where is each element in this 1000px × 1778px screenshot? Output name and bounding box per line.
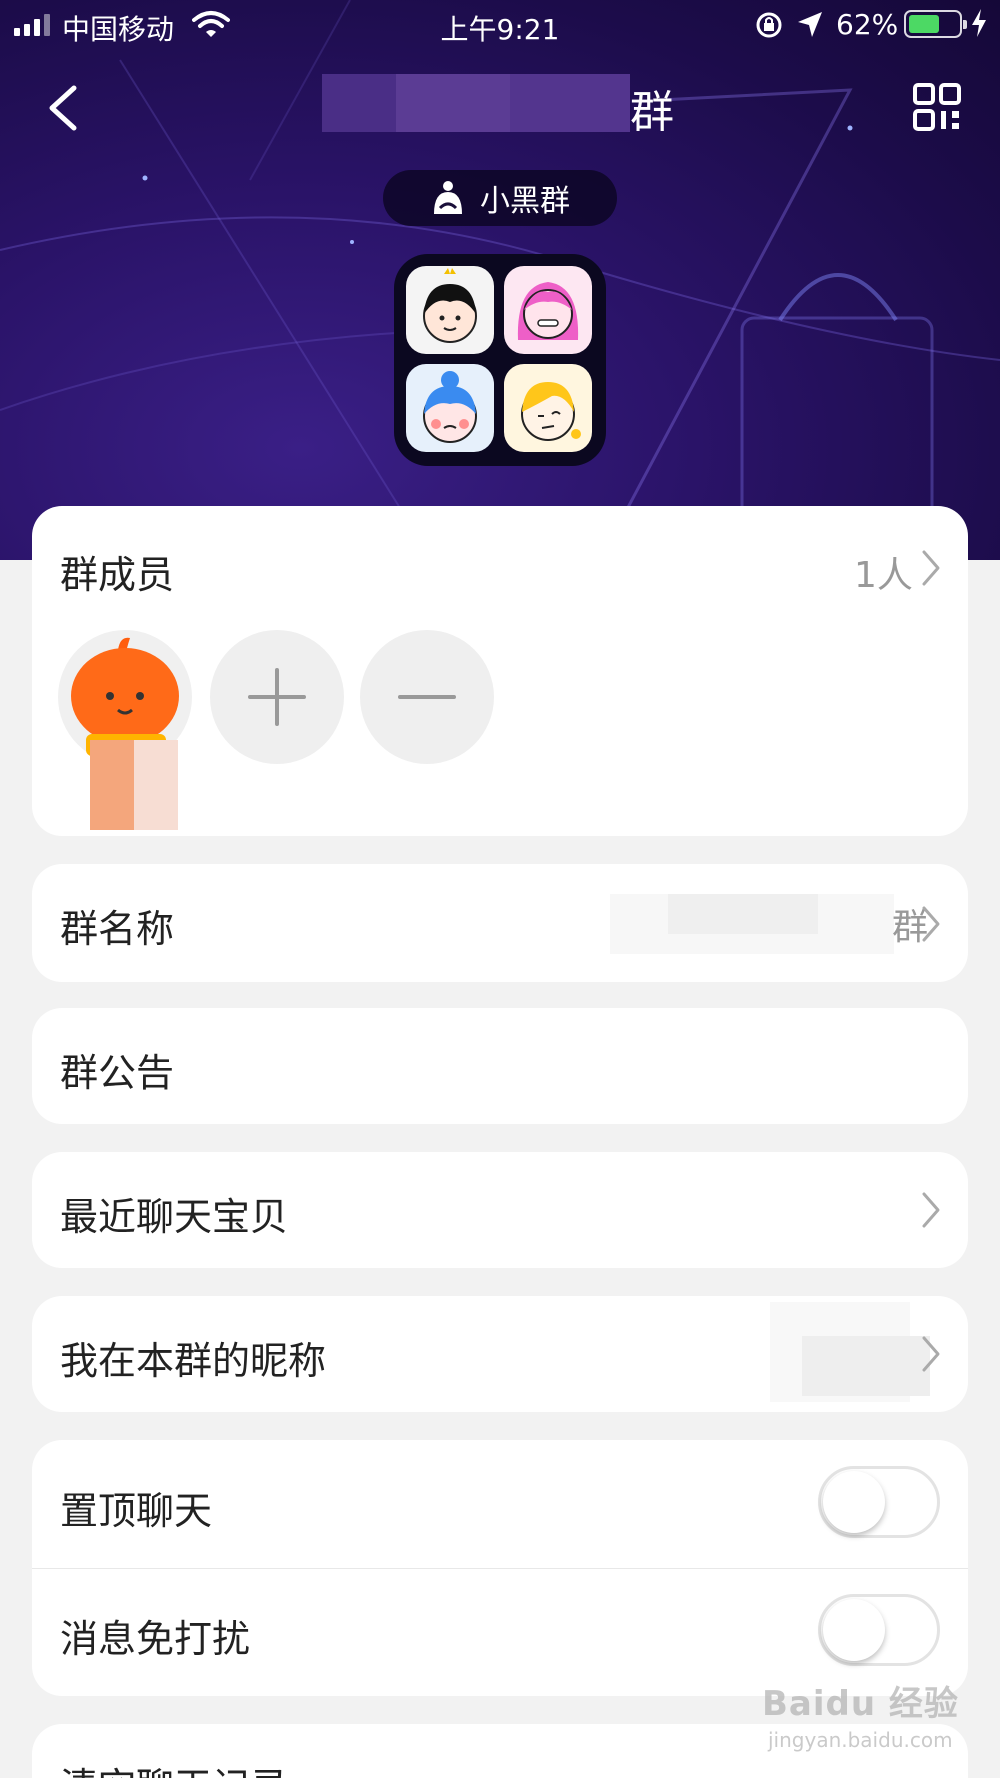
toggles-card: 置顶聊天 消息免打扰 — [32, 1440, 968, 1696]
avatar-face-2 — [504, 266, 592, 354]
watermark-brand: Baidu 经验 — [762, 1684, 959, 1724]
add-member-button[interactable] — [210, 630, 344, 764]
group-type-icon — [434, 181, 462, 214]
my-nickname-label: 我在本群的昵称 — [60, 1339, 327, 1383]
pin-chat-toggle[interactable] — [818, 1466, 940, 1538]
minus-icon — [398, 695, 456, 699]
members-title: 群成员 — [60, 553, 175, 597]
avatar-face-4 — [504, 364, 592, 452]
location-icon — [798, 12, 822, 37]
plus-icon — [248, 668, 306, 726]
chevron-right-icon — [922, 1192, 940, 1228]
orientation-lock-icon — [756, 12, 782, 38]
chevron-right-icon — [922, 1336, 940, 1372]
charging-icon — [972, 9, 986, 37]
battery-percent: 62% — [836, 8, 899, 41]
members-card: 群成员 1人 — [32, 506, 968, 836]
group-name-label: 群名称 — [60, 907, 175, 951]
member-name-masked — [90, 740, 134, 830]
chevron-right-icon — [922, 550, 940, 586]
qrcode-icon[interactable] — [912, 82, 962, 132]
watermark-url: jingyan.baidu.com — [768, 1728, 953, 1752]
recent-items-label: 最近聊天宝贝 — [60, 1195, 289, 1239]
member-count[interactable]: 1人 — [854, 546, 913, 598]
page-title: 群 — [630, 87, 674, 138]
group-type-badge[interactable]: 小黑群 — [383, 170, 617, 226]
avatar-face-1 — [406, 266, 494, 354]
battery-fill — [909, 15, 939, 33]
group-name-row[interactable]: 群名称 群 — [32, 864, 968, 982]
toggle-knob — [823, 1599, 885, 1661]
back-button[interactable] — [40, 80, 90, 136]
group-avatar[interactable] — [394, 254, 606, 466]
divider — [32, 1568, 968, 1569]
announcement-label: 群公告 — [60, 1051, 175, 1095]
mute-label: 消息免打扰 — [60, 1617, 251, 1661]
avatar-face-3 — [406, 364, 494, 452]
battery-icon — [904, 10, 967, 38]
group-name-masked — [322, 74, 630, 132]
chevron-right-icon — [922, 906, 940, 942]
announcement-row[interactable]: 群公告 — [32, 1008, 968, 1124]
pin-chat-label: 置顶聊天 — [60, 1489, 213, 1533]
toggle-knob — [823, 1471, 885, 1533]
my-nickname-row[interactable]: 我在本群的昵称 — [32, 1296, 968, 1412]
clear-history-label: 清空聊天记录 — [60, 1756, 288, 1778]
status-bar: 中国移动 上午9:21 62% — [0, 0, 1000, 50]
remove-member-button[interactable] — [360, 630, 494, 764]
group-type-label: 小黑群 — [480, 184, 570, 219]
mute-toggle[interactable] — [818, 1594, 940, 1666]
recent-items-row[interactable]: 最近聊天宝贝 — [32, 1152, 968, 1268]
